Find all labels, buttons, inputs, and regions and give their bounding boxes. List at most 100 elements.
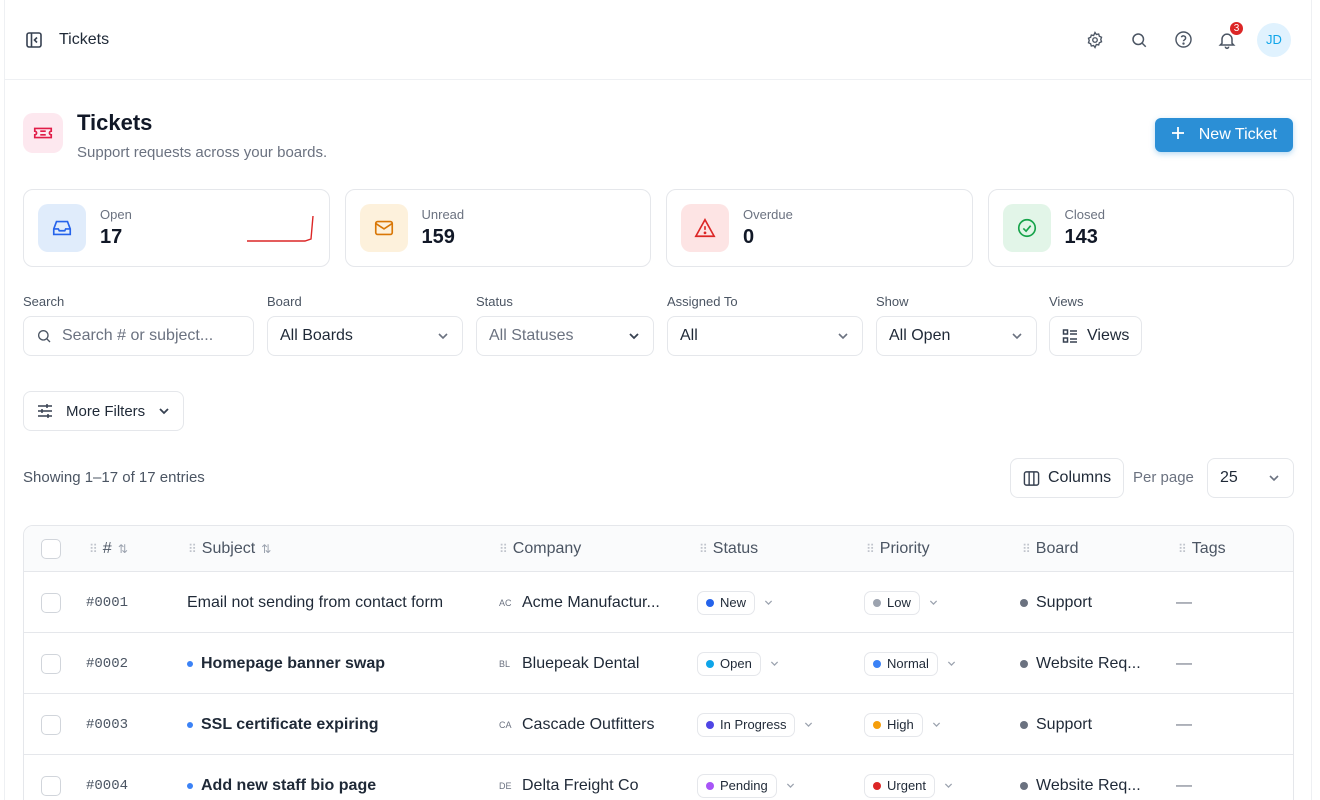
status-filter: Status All Statuses xyxy=(476,294,654,356)
ticket-board: Website Req... xyxy=(1020,755,1141,800)
stat-label: Unread xyxy=(421,207,465,222)
status-badge[interactable]: Pending xyxy=(697,773,777,798)
top-bar: Tickets 3 JD xyxy=(5,0,1311,80)
ticket-priority[interactable]: High xyxy=(864,694,942,755)
company-avatar: BL xyxy=(499,658,511,669)
select-all-checkbox[interactable] xyxy=(41,539,61,559)
search-filter: Search xyxy=(23,294,254,356)
ticket-subject[interactable]: Add new staff bio page xyxy=(187,755,376,800)
search-box[interactable] xyxy=(23,316,254,356)
table-row[interactable]: #0001 Email not sending from contact for… xyxy=(24,572,1293,633)
drag-handle-icon[interactable]: ⠿ xyxy=(188,542,197,556)
priority-badge[interactable]: Low xyxy=(864,590,920,615)
check-circle-icon xyxy=(1002,204,1051,252)
table-row[interactable]: #0004 Add new staff bio page DE Delta Fr… xyxy=(24,755,1293,800)
assigned-select[interactable]: All xyxy=(667,316,863,356)
ticket-subject[interactable]: Homepage banner swap xyxy=(187,633,385,694)
ticket-subject[interactable]: SSL certificate expiring xyxy=(187,694,379,755)
per-page-select[interactable]: 25 xyxy=(1207,458,1294,498)
chevron-down-icon[interactable] xyxy=(946,658,957,669)
avatar[interactable]: JD xyxy=(1257,22,1291,57)
ticket-board: Website Req... xyxy=(1020,633,1141,694)
plus-icon xyxy=(1171,126,1185,145)
ticket-priority[interactable]: Urgent xyxy=(864,755,954,800)
stat-card-overdue[interactable]: Overdue 0 xyxy=(666,189,973,267)
drag-handle-icon[interactable]: ⠿ xyxy=(1178,542,1187,556)
column-header-id[interactable]: ⠿ # ⇅ xyxy=(89,526,128,572)
per-page-label: Per page xyxy=(1133,469,1194,486)
assigned-label: Assigned To xyxy=(667,294,738,309)
column-header-tags[interactable]: ⠿ Tags xyxy=(1178,526,1226,572)
board-select[interactable]: All Boards xyxy=(267,316,463,356)
ticket-board: Support xyxy=(1020,572,1092,633)
status-badge[interactable]: New xyxy=(697,590,756,615)
stat-card-open[interactable]: Open 17 xyxy=(23,189,330,267)
chevron-down-icon xyxy=(436,329,450,343)
chevron-down-icon[interactable] xyxy=(769,658,780,669)
sidebar-toggle-icon[interactable] xyxy=(25,31,43,49)
row-checkbox[interactable] xyxy=(41,714,61,735)
column-header-subject[interactable]: ⠿ Subject ⇅ xyxy=(188,526,271,572)
stat-card-closed[interactable]: Closed 143 xyxy=(987,189,1294,267)
ticket-company: BL Bluepeak Dental xyxy=(499,654,640,672)
table-row[interactable]: #0002 Homepage banner swap BL Bluepeak D… xyxy=(24,633,1293,694)
board-dot xyxy=(1020,720,1028,729)
sort-icon[interactable]: ⇅ xyxy=(118,542,128,556)
stat-value: 143 xyxy=(1064,226,1098,248)
row-checkbox[interactable] xyxy=(41,592,61,613)
more-filters-button[interactable]: More Filters xyxy=(23,391,185,431)
sparkline xyxy=(246,215,314,242)
bell-icon[interactable]: 3 xyxy=(1205,18,1249,62)
table-row[interactable]: #0003 SSL certificate expiring CA Cascad… xyxy=(24,694,1293,755)
new-ticket-button[interactable]: New Ticket xyxy=(1154,118,1293,152)
ticket-status[interactable]: Pending xyxy=(697,755,796,800)
chevron-down-icon[interactable] xyxy=(763,597,774,608)
help-icon[interactable] xyxy=(1161,18,1205,62)
stat-card-unread[interactable]: Unread 159 xyxy=(344,189,651,267)
chevron-down-icon[interactable] xyxy=(943,780,954,791)
chevron-down-icon[interactable] xyxy=(931,719,942,730)
ticket-priority[interactable]: Low xyxy=(864,572,939,633)
ticket-tags: — xyxy=(1176,776,1192,794)
drag-handle-icon[interactable]: ⠿ xyxy=(89,542,98,556)
ticket-status[interactable]: In Progress xyxy=(697,694,814,755)
chevron-down-icon xyxy=(157,404,171,418)
priority-badge[interactable]: Normal xyxy=(864,651,938,676)
tickets-table: ⠿ # ⇅ ⠿ Subject ⇅ ⠿ Company ⠿ Status ⠿ P… xyxy=(23,525,1294,800)
gear-icon[interactable] xyxy=(1073,18,1117,62)
ticket-subject[interactable]: Email not sending from contact form xyxy=(187,572,443,633)
stat-label: Open xyxy=(100,207,132,222)
column-header-board[interactable]: ⠿ Board xyxy=(1022,526,1079,572)
column-header-priority[interactable]: ⠿ Priority xyxy=(866,526,930,572)
status-badge[interactable]: Open xyxy=(697,651,761,676)
column-header-company[interactable]: ⠿ Company xyxy=(499,526,581,572)
ticket-priority[interactable]: Normal xyxy=(864,633,957,694)
sort-icon[interactable]: ⇅ xyxy=(261,542,271,556)
show-select[interactable]: All Open xyxy=(876,316,1037,356)
status-badge[interactable]: In Progress xyxy=(697,712,796,737)
ticket-status[interactable]: Open xyxy=(697,633,780,694)
drag-handle-icon[interactable]: ⠿ xyxy=(499,542,508,556)
row-checkbox[interactable] xyxy=(41,653,61,674)
ticket-company: CA Cascade Outfitters xyxy=(499,715,655,733)
row-checkbox[interactable] xyxy=(41,775,61,796)
views-button[interactable]: Views xyxy=(1049,316,1142,356)
status-select[interactable]: All Statuses xyxy=(476,316,654,356)
assigned-filter: Assigned To All xyxy=(667,294,863,356)
columns-label: Columns xyxy=(1048,469,1112,486)
drag-handle-icon[interactable]: ⠿ xyxy=(1022,542,1031,556)
search-input[interactable] xyxy=(62,327,212,345)
columns-button[interactable]: Columns xyxy=(1010,458,1125,498)
priority-badge[interactable]: High xyxy=(864,712,923,737)
column-header-status[interactable]: ⠿ Status xyxy=(699,526,758,572)
mail-icon xyxy=(359,204,408,252)
drag-handle-icon[interactable]: ⠿ xyxy=(866,542,875,556)
search-icon[interactable] xyxy=(1117,18,1161,62)
chevron-down-icon[interactable] xyxy=(803,719,814,730)
priority-badge[interactable]: Urgent xyxy=(864,773,936,798)
chevron-down-icon xyxy=(1267,471,1281,485)
drag-handle-icon[interactable]: ⠿ xyxy=(699,542,708,556)
chevron-down-icon[interactable] xyxy=(785,780,796,791)
ticket-status[interactable]: New xyxy=(697,572,774,633)
chevron-down-icon[interactable] xyxy=(928,597,939,608)
